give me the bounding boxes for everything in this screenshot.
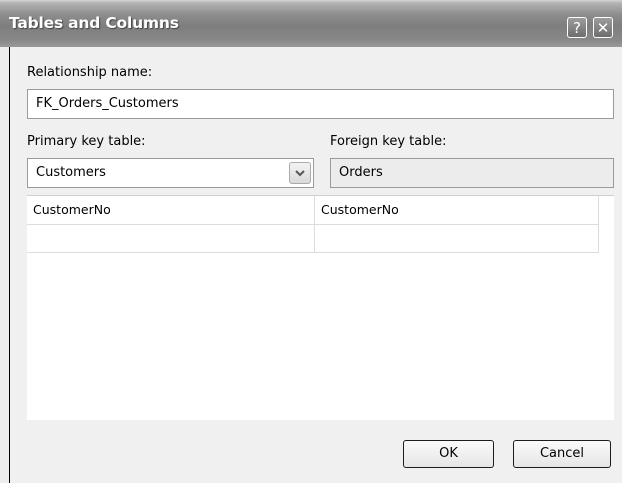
- foreign-column-cell[interactable]: CustomerNo: [315, 196, 599, 224]
- columns-mapping-grid[interactable]: CustomerNo CustomerNo: [27, 195, 614, 420]
- relationship-name-label: Relationship name:: [27, 65, 153, 80]
- question-mark-icon: ?: [573, 19, 581, 37]
- primary-column-cell[interactable]: CustomerNo: [27, 196, 315, 224]
- tables-and-columns-dialog: Tables and Columns ? ✕ Relationship name…: [0, 0, 622, 483]
- grid-row[interactable]: [27, 224, 599, 253]
- grid-row[interactable]: CustomerNo CustomerNo: [27, 196, 599, 225]
- dialog-body: Relationship name: FK_Orders_Customers P…: [9, 47, 622, 483]
- primary-column-cell[interactable]: [27, 224, 315, 252]
- ok-button[interactable]: OK: [403, 440, 494, 468]
- primary-key-table-dropdown[interactable]: Customers: [27, 158, 314, 188]
- primary-key-table-value: Customers: [36, 165, 106, 180]
- help-button[interactable]: ?: [567, 17, 587, 38]
- cancel-button[interactable]: Cancel: [513, 440, 611, 468]
- foreign-column-cell[interactable]: [315, 224, 599, 252]
- relationship-name-input[interactable]: FK_Orders_Customers: [27, 89, 614, 119]
- dialog-title: Tables and Columns: [9, 14, 179, 32]
- title-bar[interactable]: Tables and Columns ? ✕: [0, 0, 622, 47]
- close-button[interactable]: ✕: [593, 17, 613, 38]
- close-icon: ✕: [596, 19, 610, 37]
- foreign-key-table-field: Orders: [330, 158, 614, 188]
- foreign-key-table-label: Foreign key table:: [330, 134, 447, 149]
- chevron-down-icon[interactable]: [289, 162, 311, 184]
- primary-key-table-label: Primary key table:: [27, 134, 146, 149]
